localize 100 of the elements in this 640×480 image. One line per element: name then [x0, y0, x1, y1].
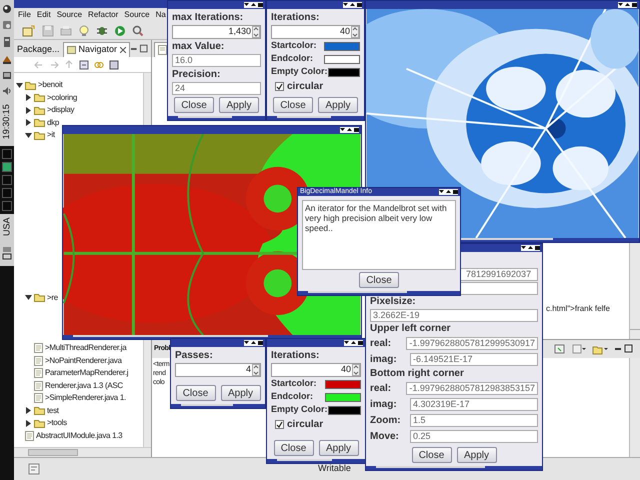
scrollbar[interactable] [14, 447, 151, 457]
spinner-arrows-icon[interactable] [252, 26, 260, 38]
bug-icon[interactable] [96, 24, 108, 36]
collapsed-arrow-icon[interactable] [25, 94, 32, 102]
text-field[interactable]: 24 [172, 82, 261, 95]
dialog-button[interactable]: Close [176, 385, 216, 401]
tree-item[interactable]: >NoPaintRenderer.java [45, 354, 122, 367]
tree-item[interactable]: >re [47, 292, 58, 304]
text-field[interactable]: 0.25 [410, 430, 538, 443]
window-controls-icon[interactable] [521, 245, 540, 251]
dialog-button[interactable]: Close [273, 97, 313, 113]
view-controls-icon[interactable] [130, 44, 149, 54]
close-icon[interactable] [120, 47, 126, 53]
search-icon[interactable] [132, 24, 144, 36]
menu-item[interactable]: Na [156, 9, 166, 21]
spinner-arrows-icon[interactable] [252, 364, 260, 376]
color-swatch[interactable] [325, 380, 361, 388]
collapsed-arrow-icon[interactable] [25, 119, 32, 126]
tree-item[interactable]: ParameterMapRenderer.j [45, 367, 128, 380]
color-swatch[interactable] [328, 68, 360, 76]
color-swatch[interactable] [325, 392, 361, 402]
bulb-icon[interactable] [78, 24, 90, 36]
text-field[interactable]: -1.99796288057812983853157 [406, 382, 538, 395]
dialog-button[interactable]: Apply [318, 97, 358, 113]
title-bar[interactable] [63, 126, 361, 134]
panel-tool-icon[interactable] [554, 343, 566, 355]
dialog-button[interactable]: Close [359, 272, 399, 288]
tree-item[interactable]: >SimpleRenderer.java 1. [45, 392, 126, 404]
speaker-icon[interactable] [2, 86, 12, 96]
number-spinner[interactable]: 40 [271, 363, 361, 377]
window-controls-icon[interactable] [344, 340, 363, 346]
dialog-button[interactable]: Close [174, 97, 214, 113]
tray-icon[interactable] [2, 246, 12, 260]
number-spinner[interactable]: 4 [175, 363, 261, 377]
checkbox[interactable] [275, 82, 284, 90]
checkbox-label[interactable]: circular [287, 78, 324, 94]
fast-view-icon[interactable] [28, 463, 40, 475]
tree-item[interactable]: >MultiThreadRenderer.ja [45, 342, 126, 354]
color-swatch[interactable] [328, 406, 361, 414]
number-spinner[interactable]: 1,430 [172, 25, 261, 39]
window-controls-icon[interactable] [340, 127, 359, 133]
tree-item[interactable]: >tools [47, 417, 67, 430]
dialog-button[interactable]: Apply [318, 440, 358, 456]
view-controls-icon[interactable] [614, 344, 634, 354]
menu-item[interactable]: Source [124, 9, 150, 21]
text-field[interactable]: 1.5 [410, 414, 538, 427]
scrollbar[interactable] [629, 358, 640, 457]
color-swatch[interactable] [324, 42, 360, 50]
dialog-button[interactable]: Close [274, 440, 314, 456]
tree-item[interactable]: >display [47, 104, 74, 116]
collapsed-arrow-icon[interactable] [25, 420, 32, 427]
expanded-arrow-icon[interactable] [25, 132, 32, 139]
title-bar[interactable] [168, 1, 265, 9]
tree-item[interactable]: >coloring [47, 92, 77, 104]
window-controls-icon[interactable] [244, 2, 263, 8]
color-swatch[interactable] [324, 54, 360, 64]
dialog-button[interactable]: Close [412, 447, 452, 463]
title-bar[interactable] [267, 339, 365, 347]
link-icon[interactable] [94, 60, 104, 70]
expanded-arrow-icon[interactable] [25, 294, 32, 302]
text-field[interactable]: -1.99796288057812999530917 [406, 337, 538, 350]
spinner-arrows-icon[interactable] [351, 26, 359, 38]
menu-item[interactable]: Refactor [88, 9, 118, 21]
dialog-button[interactable]: Apply [456, 447, 496, 463]
tree-item[interactable]: >benoit [38, 79, 62, 92]
title-bar[interactable] [171, 339, 265, 347]
checkbox[interactable] [275, 420, 284, 428]
view-tab[interactable]: Navigator [62, 42, 130, 57]
dialog-button[interactable]: Apply [220, 385, 260, 401]
menu-item[interactable]: Source [56, 9, 82, 21]
window-controls-icon[interactable] [439, 189, 458, 195]
launcher-icon[interactable] [2, 54, 12, 64]
menu-item[interactable]: Edit [36, 9, 51, 21]
collapsed-arrow-icon[interactable] [25, 407, 32, 414]
spinner-arrows-icon[interactable] [352, 364, 360, 376]
window-controls-icon[interactable] [618, 2, 637, 8]
new-folder-icon[interactable] [22, 24, 36, 36]
collapse-icon[interactable] [79, 60, 89, 70]
number-spinner[interactable]: 40 [271, 25, 360, 39]
filter-icon[interactable] [109, 60, 119, 70]
tree-item[interactable]: AbstractUIModule.java 1.3 [36, 430, 122, 442]
launcher-icon[interactable] [2, 4, 12, 14]
text-field[interactable]: 16.0 [172, 54, 261, 67]
text-field[interactable]: 4.302319E-17 [410, 398, 538, 411]
launcher-icon[interactable] [2, 70, 12, 80]
tree-item[interactable]: dkp [47, 116, 59, 129]
run-icon[interactable] [114, 24, 126, 36]
tree-item[interactable]: Renderer.java 1.3 (ASC [45, 380, 123, 392]
window-controls-icon[interactable] [244, 340, 263, 346]
checkbox-label[interactable]: circular [287, 416, 324, 432]
tree-item[interactable]: test [47, 404, 59, 417]
expanded-arrow-icon[interactable] [16, 82, 23, 89]
text-field[interactable]: 3.2662E-19 [370, 309, 538, 322]
panel-tool-icon[interactable] [572, 343, 586, 355]
text-field[interactable]: -6.149521E-17 [410, 353, 538, 366]
window-controls-icon[interactable] [343, 2, 362, 8]
dialog-button[interactable]: Apply [219, 97, 259, 113]
title-bar[interactable] [366, 1, 639, 9]
title-bar[interactable] [267, 1, 364, 9]
menu-item[interactable]: File [18, 9, 31, 21]
